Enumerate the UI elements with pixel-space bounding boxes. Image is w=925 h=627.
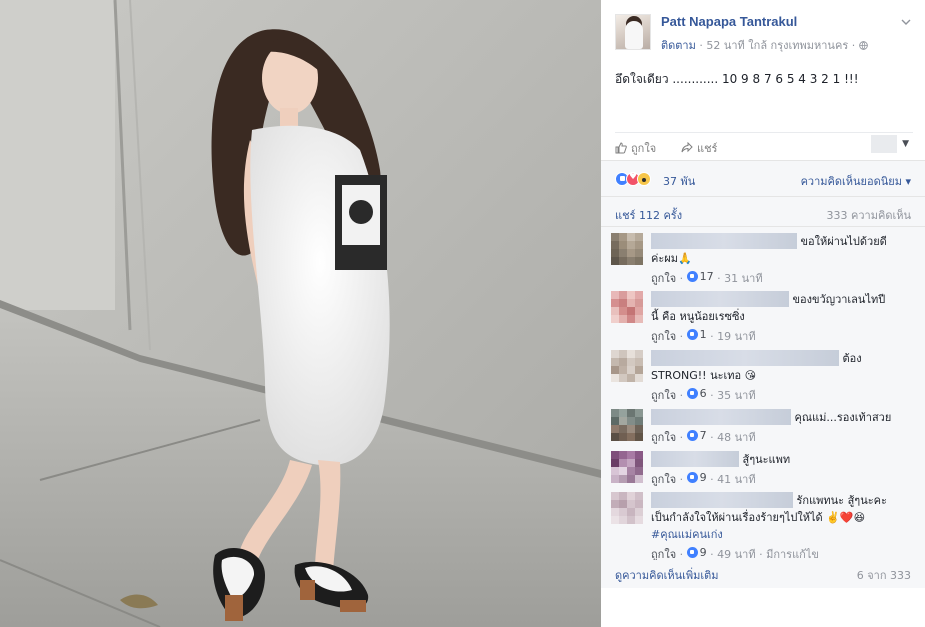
comment-text: คุณแม่...รองเท้าสวย xyxy=(794,411,892,424)
comment-footer: ถูกใจ · 1 · 19 นาที xyxy=(651,326,756,343)
like-count-icon xyxy=(686,472,698,483)
author-avatar[interactable] xyxy=(615,14,651,50)
shares-count[interactable]: แชร์ 112 ครั้ง xyxy=(615,206,682,224)
comment-footer: ถูกใจ · 17 · 31 นาที xyxy=(651,268,763,285)
comment-time[interactable]: 48 นาที xyxy=(717,431,755,444)
comment-text-continued: STRONG!! นะเทอ 😘 xyxy=(651,369,757,382)
comment-like-count[interactable]: 9 xyxy=(686,544,707,561)
comments-list: ขอให้ผ่านไปด้วยดี ค่ะผม🙏 ถูกใจ · 17 · 31… xyxy=(601,226,925,580)
post-header: Patt Napapa Tantrakul ติดตาม · 52 นาที ใ… xyxy=(615,12,915,56)
comment-text: ของขวัญวาเลนไทปี xyxy=(792,293,886,306)
share-arrow-icon xyxy=(681,142,693,154)
comment-count: 333 ความคิดเห็น xyxy=(826,209,912,222)
post-text: อึดใจเดียว ............ 10 9 8 7 6 5 4 3… xyxy=(615,72,859,86)
like-count-icon xyxy=(686,329,698,340)
comment-like-link[interactable]: ถูกใจ xyxy=(651,431,676,444)
post-action-bar: ถูกใจ แชร์ ▼ xyxy=(615,132,913,158)
post-photo[interactable] xyxy=(0,0,601,627)
follow-link[interactable]: ติดตาม xyxy=(661,39,696,52)
shares-row: แชร์ 112 ครั้ง 333 ความคิดเห็น xyxy=(601,196,925,226)
comment-text-continued: เป็นกำลังใจให้ผ่านเรื่องร้ายๆไปให้ได้ ✌️… xyxy=(651,511,866,524)
comment-body: คุณแม่...รองเท้าสวย ถูกใจ · 7 · 48 นาที xyxy=(651,409,915,446)
comment-text: สู้ๆนะแพท xyxy=(742,453,791,466)
globe-icon xyxy=(858,39,868,52)
commenter-name[interactable] xyxy=(651,291,789,307)
photo-canvas xyxy=(0,0,601,627)
comment-text-continued: นี้ คือ หนูน้อยเรซซิ่ง xyxy=(651,310,745,323)
comment-footer: ถูกใจ · 9 · 41 นาที xyxy=(651,469,756,486)
post-time-location: · 52 นาที ใกล้ กรุงเทพมหานคร · xyxy=(695,39,856,52)
caret-down-icon[interactable]: ▼ xyxy=(902,139,909,149)
comment-like-link[interactable]: ถูกใจ xyxy=(651,330,676,343)
comment-like-count[interactable]: 17 xyxy=(686,268,714,285)
comment-body: รักแพทนะ สู้ๆนะคะ เป็นกำลังใจให้ผ่านเรื่… xyxy=(651,492,915,563)
comment-like-count[interactable]: 7 xyxy=(686,427,707,444)
commenter-avatar[interactable] xyxy=(611,409,643,441)
comment-like-link[interactable]: ถูกใจ xyxy=(651,272,676,285)
post-meta: ติดตาม · 52 นาที ใกล้ กรุงเทพมหานคร · xyxy=(661,36,868,54)
more-comments-link[interactable]: ดูความคิดเห็นเพิ่มเติม xyxy=(615,566,719,584)
reactions-row: 37 พัน ความคิดเห็นยอดนิยม ▾ xyxy=(601,160,925,196)
post-details-panel: Patt Napapa Tantrakul ติดตาม · 52 นาที ใ… xyxy=(601,0,925,627)
chevron-down-icon[interactable] xyxy=(899,15,913,29)
share-label: แชร์ xyxy=(697,142,718,155)
comment-body: ของขวัญวาเลนไทปี นี้ คือ หนูน้อยเรซซิ่ง … xyxy=(651,291,915,345)
comment-time[interactable]: 41 นาที xyxy=(717,473,755,486)
top-comments-dropdown[interactable]: ความคิดเห็นยอดนิยม ▾ xyxy=(801,172,911,190)
more-comments-row: ดูความคิดเห็นเพิ่มเติม 6 จาก 333 xyxy=(601,560,925,588)
commenter-avatar[interactable] xyxy=(611,451,643,483)
comment-body: ขอให้ผ่านไปด้วยดี ค่ะผม🙏 ถูกใจ · 17 · 31… xyxy=(651,233,915,287)
author-name[interactable]: Patt Napapa Tantrakul xyxy=(661,14,797,29)
commenter-avatar[interactable] xyxy=(611,350,643,382)
commenter-name[interactable] xyxy=(651,492,793,508)
commenter-name[interactable] xyxy=(651,409,791,425)
comment-text: รักแพทนะ สู้ๆนะคะ xyxy=(796,494,887,507)
comment-time[interactable]: 35 นาที xyxy=(717,389,755,402)
comment-text-continued: ค่ะผม🙏 xyxy=(651,252,692,265)
viewer-avatar[interactable] xyxy=(871,135,897,153)
comment-like-link[interactable]: ถูกใจ xyxy=(651,389,676,402)
comment-page-count: 6 จาก 333 xyxy=(856,569,911,582)
comment-like-count[interactable]: 9 xyxy=(686,469,707,486)
comment-body: ต้อง STRONG!! นะเทอ 😘 ถูกใจ · 6 · 35 นาท… xyxy=(651,350,915,404)
comment-time[interactable]: 31 นาที xyxy=(724,272,762,285)
like-count-icon xyxy=(686,388,698,399)
thumbs-up-icon xyxy=(615,142,627,154)
comment-footer: ถูกใจ · 7 · 48 นาที xyxy=(651,427,756,444)
comment-like-link[interactable]: ถูกใจ xyxy=(651,473,676,486)
like-count-icon xyxy=(686,547,698,558)
like-count-icon xyxy=(686,430,698,441)
like-button[interactable]: ถูกใจ xyxy=(615,139,656,157)
comment-body: สู้ๆนะแพท ถูกใจ · 9 · 41 นาที xyxy=(651,451,915,488)
comment-footer: ถูกใจ · 6 · 35 นาที xyxy=(651,385,756,402)
reaction-icons[interactable] xyxy=(615,172,651,186)
like-label: ถูกใจ xyxy=(631,142,657,155)
commenter-avatar[interactable] xyxy=(611,291,643,323)
commenter-name[interactable] xyxy=(651,451,739,467)
comment-text: ต้อง xyxy=(842,352,862,365)
wow-reaction-icon xyxy=(637,172,651,186)
comment-hashtag[interactable]: #คุณแม่คนเก่ง xyxy=(651,526,915,543)
like-count-icon xyxy=(686,271,698,282)
share-button[interactable]: แชร์ xyxy=(681,139,717,157)
comment-time[interactable]: 19 นาที xyxy=(717,330,755,343)
commenter-avatar[interactable] xyxy=(611,492,643,524)
comment-like-count[interactable]: 1 xyxy=(686,326,707,343)
commenter-avatar[interactable] xyxy=(611,233,643,265)
comment-like-count[interactable]: 6 xyxy=(686,385,707,402)
reaction-count[interactable]: 37 พัน xyxy=(663,172,695,190)
comment-text: ขอให้ผ่านไปด้วยดี xyxy=(800,235,887,248)
commenter-name[interactable] xyxy=(651,350,839,366)
commenter-name[interactable] xyxy=(651,233,797,249)
